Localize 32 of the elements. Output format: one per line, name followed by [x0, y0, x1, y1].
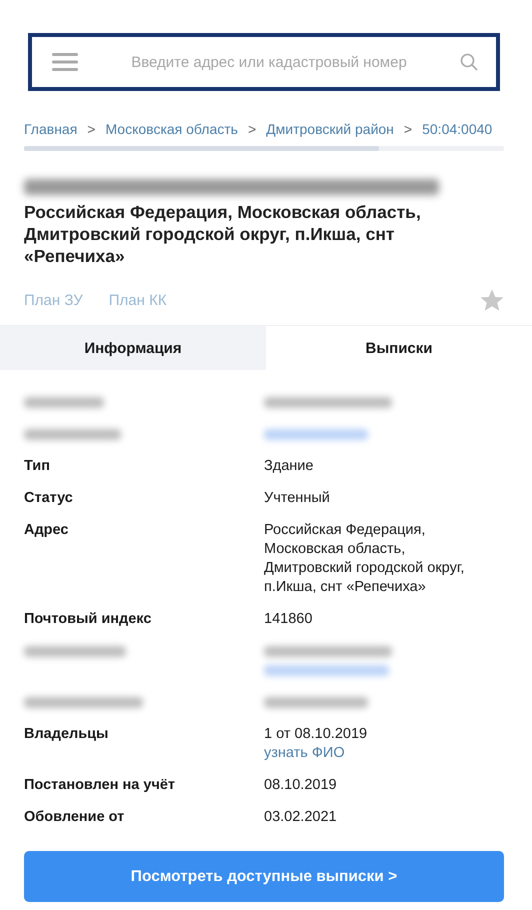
tab[interactable]: Информация — [0, 326, 266, 370]
blurred-link[interactable] — [264, 665, 389, 676]
breadcrumb-link[interactable]: Дмитровский район — [266, 121, 394, 137]
breadcrumb-link[interactable]: Главная — [24, 121, 78, 137]
breadcrumb-separator: > — [87, 121, 96, 137]
star-icon[interactable] — [480, 289, 504, 312]
blurred-link[interactable] — [264, 429, 368, 440]
field-label: Обовление от — [24, 809, 124, 825]
search-input[interactable]: Введите адрес или кадастровый номер — [92, 52, 446, 72]
field-label: Адрес — [24, 522, 68, 538]
field-label: Владельцы — [24, 726, 108, 742]
breadcrumb-separator: > — [248, 121, 256, 137]
scrollbar[interactable] — [24, 146, 504, 151]
field-value: 141860 — [264, 610, 312, 629]
field-value: Учтенный — [264, 489, 330, 508]
field-label: Тип — [24, 458, 50, 474]
breadcrumb-link[interactable]: 50:04:0040 — [422, 121, 492, 137]
field-value: Здание — [264, 457, 314, 476]
object-title: Российская Федерация, Московская область, Дмитровский городской округ, п.Икша, снт «Репечиха» — [24, 201, 422, 267]
field-label: Постановлен на учёт — [24, 777, 176, 793]
field-label: Статус — [24, 490, 73, 506]
field-value: 03.02.2021 — [264, 808, 337, 827]
link[interactable]: узнать ФИО — [264, 744, 345, 763]
search-icon[interactable] — [460, 53, 478, 71]
field-value: 08.10.2019 — [264, 776, 337, 795]
view-statements-button[interactable]: Посмотреть доступные выписки > — [24, 851, 504, 902]
breadcrumb-link[interactable]: Московская область — [105, 121, 238, 137]
breadcrumb-separator: > — [404, 121, 412, 137]
field-value: Российская Федерация, Московская область, Дмитровский городской округ, п.Икша, снт «Репечиха» — [264, 521, 466, 597]
field-value: 1 от 08.10.2019 — [264, 725, 368, 744]
menu-icon[interactable] — [52, 52, 78, 72]
field-label: Почтовый индекс — [24, 611, 152, 627]
